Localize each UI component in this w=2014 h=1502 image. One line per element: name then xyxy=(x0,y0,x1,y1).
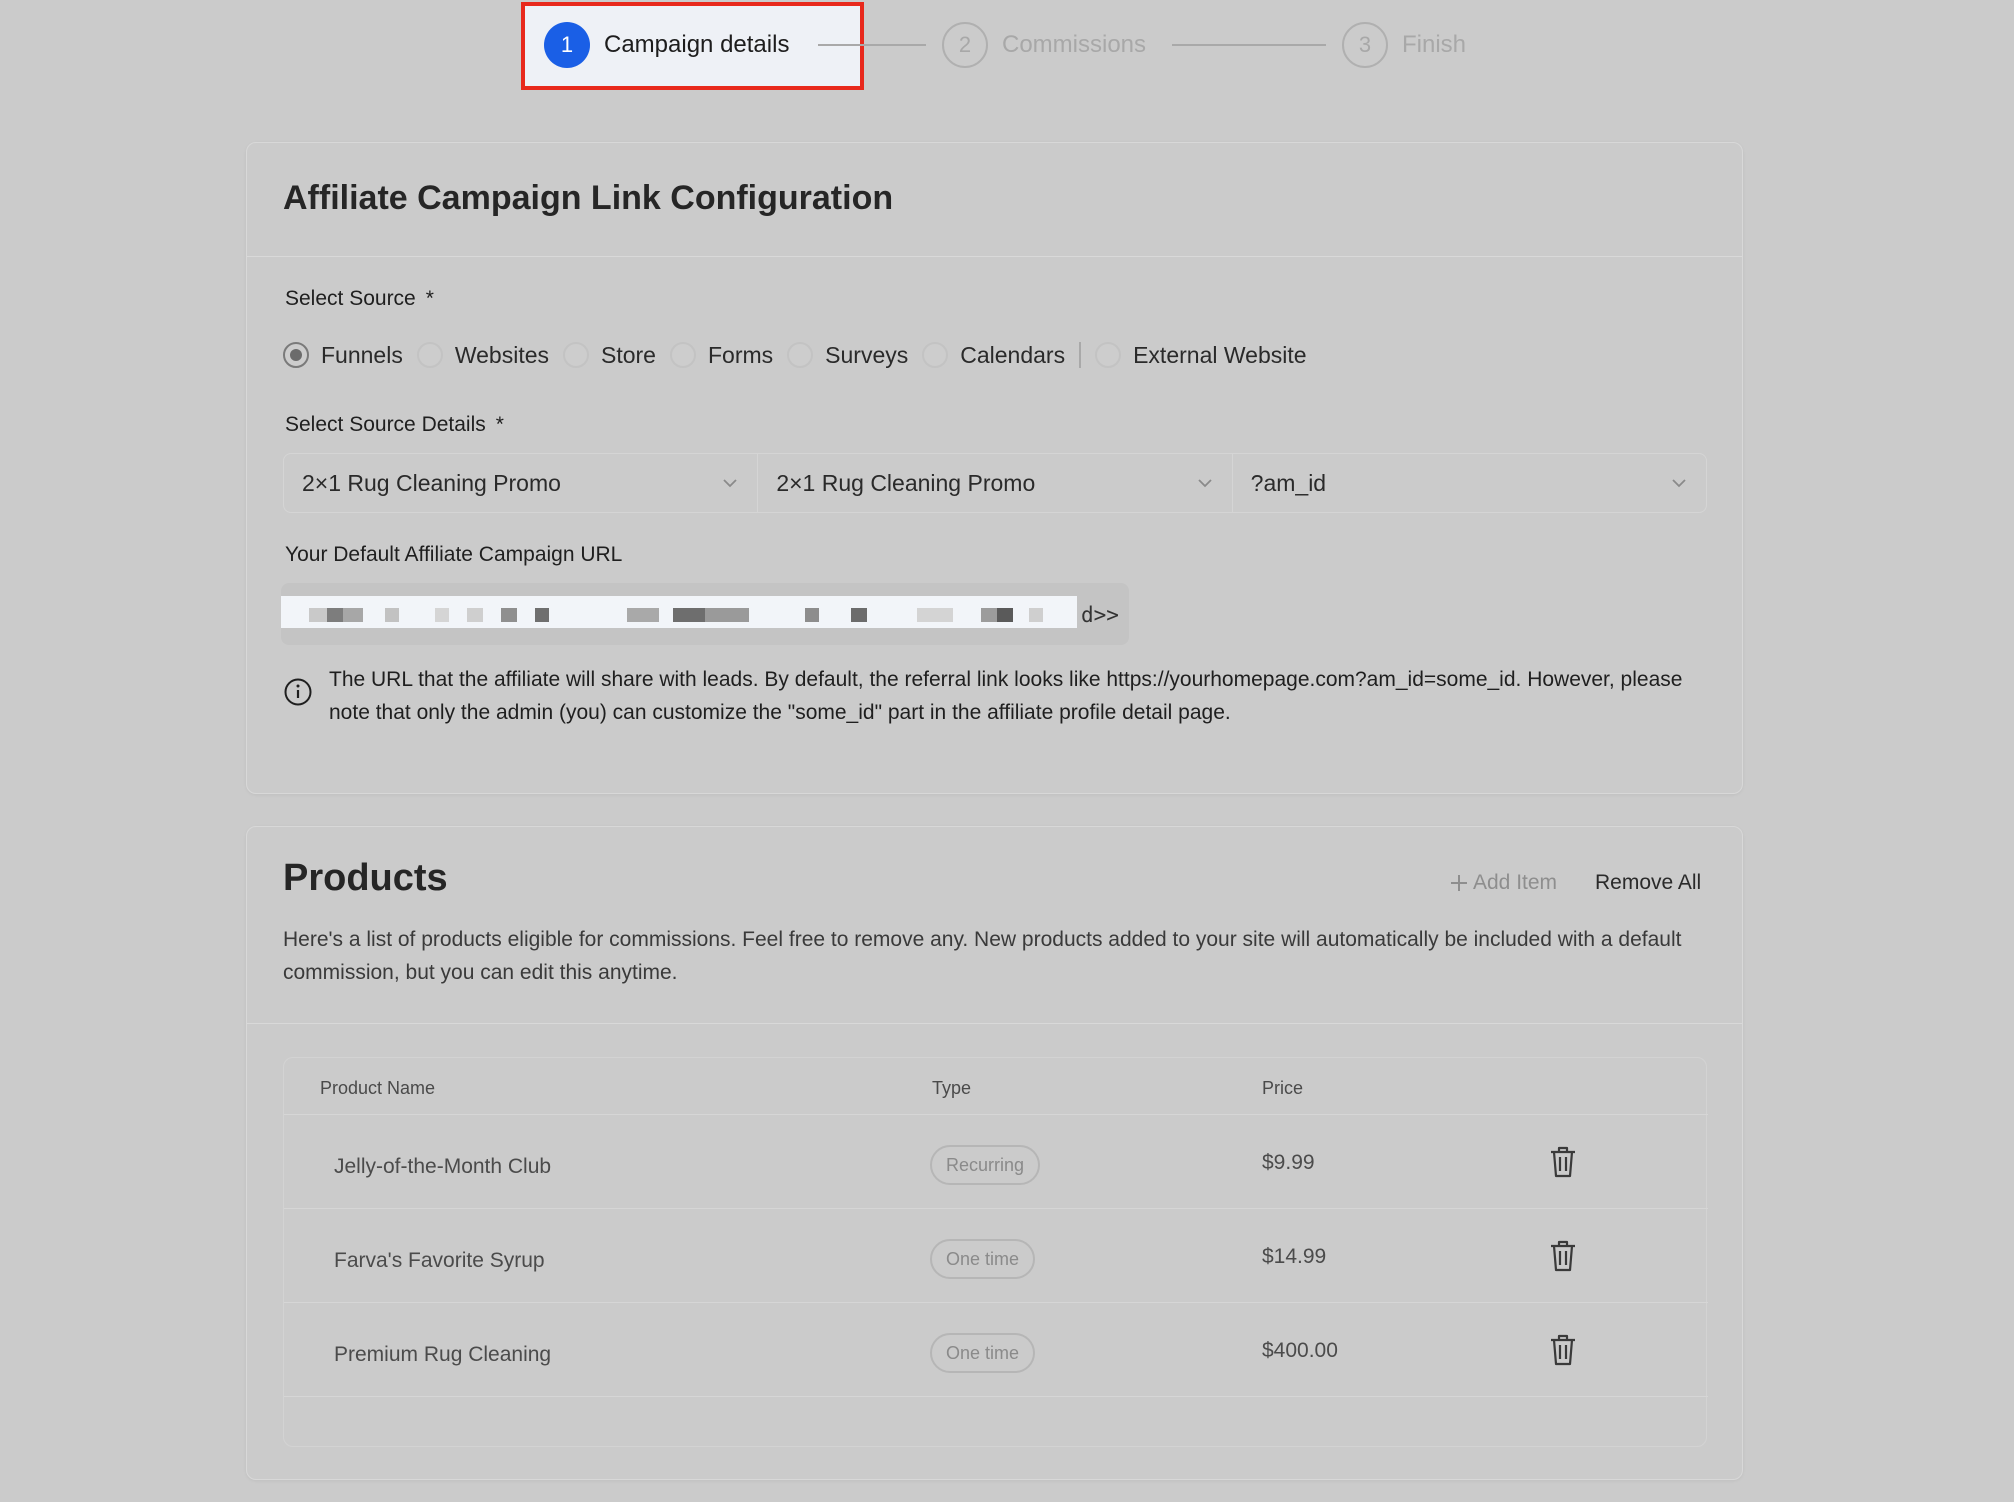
select-value: 2×1 Rug Cleaning Promo xyxy=(302,469,561,496)
trash-icon[interactable] xyxy=(1548,1145,1578,1179)
table-row: Premium Rug Cleaning One time $400.00 xyxy=(284,1302,1708,1396)
radio-icon xyxy=(416,342,443,368)
products-table: Product Name Type Price Jelly-of-the-Mon… xyxy=(283,1057,1708,1447)
redacted-url xyxy=(281,596,1077,628)
source-details-selects: 2×1 Rug Cleaning Promo 2×1 Rug Cleaning … xyxy=(283,453,1707,513)
product-name: Premium Rug Cleaning xyxy=(334,1343,552,1366)
info-icon xyxy=(284,678,312,706)
select-source-label: Select Source * xyxy=(285,287,434,311)
radio-store[interactable]: Store xyxy=(563,342,656,369)
radio-label: Calendars xyxy=(960,341,1066,368)
step-finish[interactable]: 3 Finish xyxy=(1342,22,1466,68)
radio-icon xyxy=(669,342,696,368)
card-title: Affiliate Campaign Link Configuration xyxy=(283,179,894,217)
campaign-url-field[interactable]: d>> xyxy=(281,583,1129,645)
step-connector xyxy=(818,44,926,46)
param-select[interactable]: ?am_id xyxy=(1231,454,1706,512)
products-description: Here's a list of products eligible for c… xyxy=(283,928,1682,984)
products-card: Products Add Item Remove All Here's a li… xyxy=(246,826,1743,1480)
divider xyxy=(247,256,1742,257)
table-row: Jelly-of-the-Month Club Recurring $9.99 xyxy=(284,1114,1708,1208)
radio-label: Websites xyxy=(454,341,549,368)
remove-all-button[interactable]: Remove All xyxy=(1595,871,1701,895)
radio-funnels[interactable]: Funnels xyxy=(283,342,403,369)
stepper: 1 Campaign details 2 Commissions 3 Finis… xyxy=(0,0,2014,92)
add-item-label: Add Item xyxy=(1473,871,1558,894)
select-source-details-label: Select Source Details * xyxy=(285,413,504,437)
page-select[interactable]: 2×1 Rug Cleaning Promo xyxy=(757,454,1231,512)
campaign-url-label: Your Default Affiliate Campaign URL xyxy=(285,543,623,566)
source-radio-group: Funnels Websites Store Forms Surveys Cal… xyxy=(283,339,1321,371)
info-text: The URL that the affiliate will share wi… xyxy=(329,668,1683,724)
radio-label: External Website xyxy=(1133,341,1307,368)
radio-label: Surveys xyxy=(825,341,909,368)
chevron-down-icon xyxy=(723,479,737,488)
column-header-price: Price xyxy=(1262,1078,1304,1098)
step-label: Campaign details xyxy=(604,31,790,58)
radio-label: Funnels xyxy=(321,341,403,368)
step-number: 2 xyxy=(942,22,988,68)
radio-websites[interactable]: Websites xyxy=(416,341,549,369)
table-footer xyxy=(284,1396,1708,1446)
radio-forms[interactable]: Forms xyxy=(669,341,774,369)
product-name: Jelly-of-the-Month Club xyxy=(334,1155,552,1178)
separator xyxy=(1079,342,1082,368)
column-header-name: Product Name xyxy=(320,1078,436,1098)
step-commissions[interactable]: 2 Commissions xyxy=(942,22,1146,68)
product-price: $9.99 xyxy=(1262,1151,1315,1174)
label-text: Select Source xyxy=(285,287,416,310)
radio-icon xyxy=(1095,342,1122,368)
divider xyxy=(247,1023,1742,1024)
radio-external-website[interactable]: External Website xyxy=(1095,341,1307,369)
radio-label: Store xyxy=(601,341,656,368)
required-mark: * xyxy=(495,413,504,436)
step-campaign-details[interactable]: 1 Campaign details xyxy=(544,22,789,68)
table-row: Farva's Favorite Syrup One time $14.99 xyxy=(284,1208,1708,1302)
chevron-down-icon xyxy=(1198,479,1212,488)
radio-surveys[interactable]: Surveys xyxy=(787,342,908,369)
select-value: ?am_id xyxy=(1250,469,1327,496)
trash-icon[interactable] xyxy=(1548,1333,1578,1367)
link-configuration-card: Affiliate Campaign Link Configuration Se… xyxy=(246,142,1743,794)
type-badge: Recurring xyxy=(930,1145,1041,1185)
trash-icon[interactable] xyxy=(1548,1239,1578,1273)
radio-label: Forms xyxy=(707,341,774,368)
radio-icon xyxy=(787,342,814,368)
funnel-select[interactable]: 2×1 Rug Cleaning Promo xyxy=(284,454,757,512)
product-price: $14.99 xyxy=(1262,1245,1327,1268)
plus-icon xyxy=(1451,875,1467,891)
type-badge: One time xyxy=(930,1333,1036,1373)
step-label: Commissions xyxy=(1002,31,1147,58)
products-title: Products xyxy=(283,857,448,899)
add-item-button[interactable]: Add Item xyxy=(1449,871,1557,895)
step-number: 3 xyxy=(1342,22,1388,68)
radio-calendars[interactable]: Calendars xyxy=(922,342,1065,369)
column-header-type: Type xyxy=(932,1078,972,1098)
select-value: 2×1 Rug Cleaning Promo xyxy=(776,469,1036,496)
step-number: 1 xyxy=(544,22,590,68)
required-mark: * xyxy=(425,287,434,310)
url-info: The URL that the affiliate will share wi… xyxy=(283,663,1713,729)
url-suffix: d>> xyxy=(1081,603,1119,627)
radio-checked-icon xyxy=(283,342,309,368)
product-name: Farva's Favorite Syrup xyxy=(334,1249,545,1272)
chevron-down-icon xyxy=(1672,479,1686,488)
step-label: Finish xyxy=(1402,31,1467,58)
radio-icon xyxy=(922,342,949,368)
step-connector xyxy=(1172,44,1326,46)
label-text: Select Source Details xyxy=(285,413,486,436)
product-price: $400.00 xyxy=(1262,1339,1338,1362)
type-badge: One time xyxy=(930,1239,1036,1279)
radio-icon xyxy=(563,342,589,368)
